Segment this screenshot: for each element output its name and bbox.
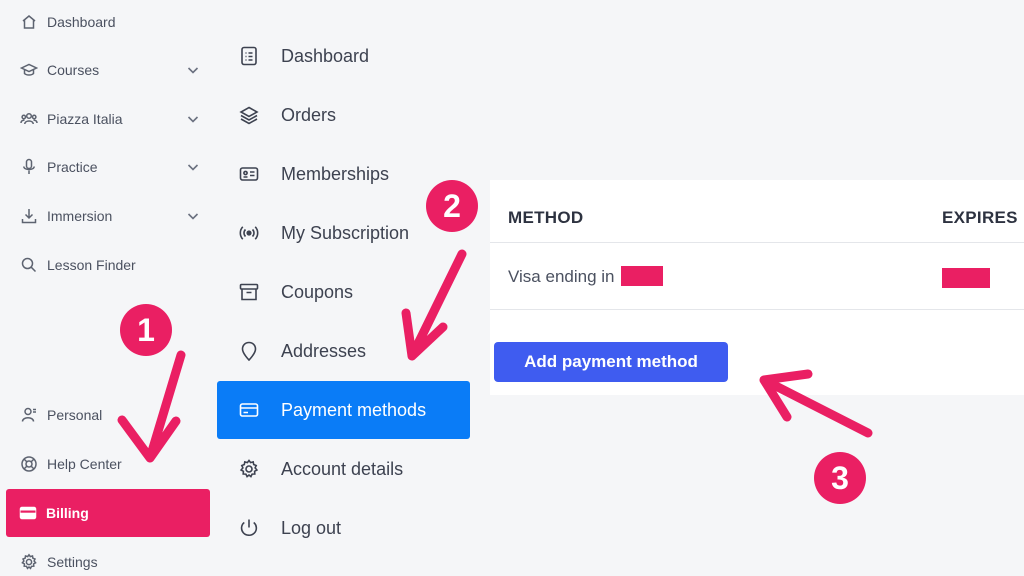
sidebar-item-lesson-finder[interactable]: Lesson Finder (0, 243, 216, 287)
redacted-card-number (620, 266, 663, 286)
account-nav-label: Orders (281, 104, 337, 125)
sidebar-item-label: Settings (47, 554, 98, 570)
column-header-expires: EXPIRES (942, 208, 1018, 227)
credit-card-icon (238, 399, 260, 421)
column-header-method: METHOD (508, 208, 584, 227)
redacted-expiry (942, 268, 990, 288)
archive-box-icon (238, 281, 260, 303)
microphone-icon (20, 158, 38, 176)
sidebar-item-courses[interactable]: Courses (0, 48, 216, 92)
credit-card-icon (19, 504, 37, 522)
divider (490, 309, 1024, 310)
account-nav-label: Log out (281, 517, 342, 538)
payment-methods-panel: METHOD EXPIRES Visa ending in Add paymen… (490, 180, 1024, 395)
account-nav-log-out[interactable]: Log out (217, 499, 470, 557)
account-nav-coupons[interactable]: Coupons (217, 263, 470, 321)
sidebar-item-settings[interactable]: Settings (0, 540, 216, 576)
account-nav-label: Dashboard (281, 45, 370, 66)
id-card-icon (238, 163, 260, 185)
divider (490, 242, 1024, 243)
sidebar-item-label: Practice (47, 159, 98, 175)
sidebar-item-label: Help Center (47, 456, 122, 472)
sidebar-item-label: Lesson Finder (47, 257, 136, 273)
account-nav-label: My Subscription (281, 222, 410, 243)
layers-icon (238, 104, 260, 126)
users-icon (20, 110, 38, 128)
payment-method-name: Visa ending in (508, 267, 615, 286)
lifebuoy-icon (20, 455, 38, 473)
user-icon (20, 406, 38, 424)
account-nav-label: Payment methods (281, 399, 427, 420)
account-nav-label: Memberships (281, 163, 390, 184)
sidebar-item-personal[interactable]: Personal (0, 393, 216, 437)
chevron-down-icon[interactable] (186, 209, 200, 223)
account-nav-label: Addresses (281, 340, 367, 361)
account-nav-addresses[interactable]: Addresses (217, 322, 470, 380)
chevron-down-icon[interactable] (186, 63, 200, 77)
sidebar-item-label: Personal (47, 407, 103, 423)
home-icon (20, 13, 38, 31)
account-nav-label: Account details (281, 458, 404, 479)
chevron-down-icon[interactable] (186, 112, 200, 126)
sidebar-item-label: Dashboard (47, 14, 116, 30)
left-sidebar: Dashboard Courses Piazza Italia Practice… (0, 0, 216, 576)
gear-icon (238, 458, 260, 480)
sidebar-item-label: Billing (46, 505, 89, 521)
broadcast-icon (238, 222, 260, 244)
table-row: Visa ending in (508, 266, 663, 287)
power-icon (238, 517, 260, 539)
sidebar-item-label: Piazza Italia (47, 111, 123, 127)
add-payment-method-button[interactable]: Add payment method (494, 342, 728, 382)
step-3-badge: 3 (814, 452, 866, 504)
sidebar-item-billing[interactable]: Billing (6, 489, 210, 537)
step-1-badge: 1 (120, 304, 172, 356)
account-nav-account-details[interactable]: Account details (217, 440, 470, 498)
account-nav-label: Coupons (281, 281, 354, 302)
sidebar-item-dashboard[interactable]: Dashboard (0, 0, 216, 44)
account-nav-payment-methods[interactable]: Payment methods (217, 381, 470, 439)
account-nav-orders[interactable]: Orders (217, 86, 470, 144)
gear-icon (20, 553, 38, 571)
sidebar-item-label: Immersion (47, 208, 113, 224)
download-icon (20, 207, 38, 225)
sidebar-item-piazza-italia[interactable]: Piazza Italia (0, 97, 216, 141)
search-icon (20, 256, 38, 274)
document-list-icon (238, 45, 260, 67)
graduation-cap-icon (20, 61, 38, 79)
account-nav-dashboard[interactable]: Dashboard (217, 27, 470, 85)
sidebar-item-immersion[interactable]: Immersion (0, 194, 216, 238)
chevron-down-icon[interactable] (186, 160, 200, 174)
map-pin-icon (238, 340, 260, 362)
sidebar-item-practice[interactable]: Practice (0, 145, 216, 189)
sidebar-item-label: Courses (47, 62, 100, 78)
sidebar-item-help-center[interactable]: Help Center (0, 442, 216, 486)
step-2-badge: 2 (426, 180, 478, 232)
account-navigation: Dashboard Orders Memberships My Subscrip… (216, 0, 488, 576)
